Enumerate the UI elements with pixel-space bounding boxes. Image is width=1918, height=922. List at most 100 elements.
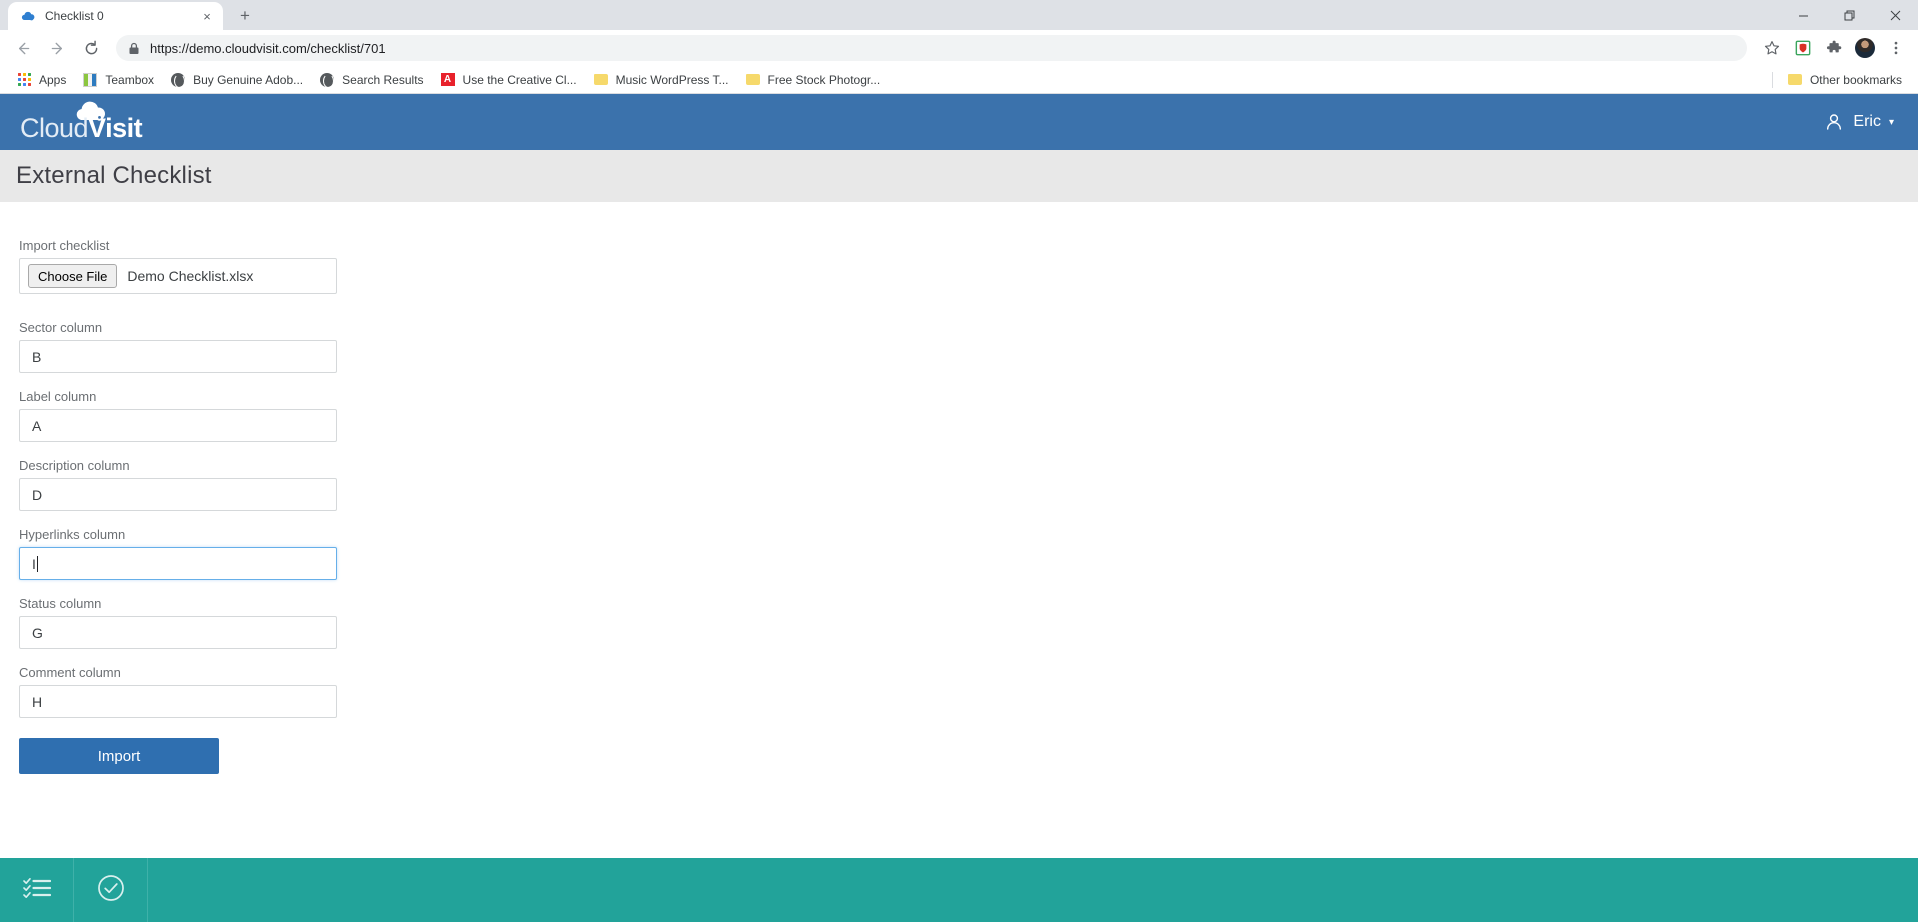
status-column-field: Status column G [19,596,337,649]
url-text: https://demo.cloudvisit.com/checklist/70… [150,40,386,56]
import-button[interactable]: Import [19,738,219,774]
window-controls [1780,0,1918,30]
choose-file-button[interactable]: Choose File [28,264,118,288]
minimize-icon[interactable] [1780,0,1826,30]
label-column-input[interactable]: A [19,409,337,442]
status-column-label: Status column [19,596,102,611]
chosen-file-name: Demo Checklist.xlsx [127,268,254,284]
hyperlinks-column-field: Hyperlinks column I [19,527,337,580]
browser-toolbar: https://demo.cloudvisit.com/checklist/70… [0,30,1918,66]
input-value: H [32,693,43,710]
profile-avatar[interactable] [1851,34,1879,62]
close-window-icon[interactable] [1872,0,1918,30]
tab-strip: Checklist 0 × + [0,0,1918,30]
description-column-label: Description column [19,458,130,473]
input-value: G [32,624,43,641]
input-value: I [32,555,36,572]
bookmark-label: Music WordPress T... [615,72,729,87]
globe-icon [319,72,335,88]
tab-title: Checklist 0 [45,9,104,23]
label-column-field: Label column A [19,389,337,442]
bookmark-label: Apps [39,72,67,87]
bookmark-free-stock-photography[interactable]: Free Stock Photogr... [737,69,889,91]
checklist-tab-button[interactable] [0,858,74,922]
comment-column-label: Comment column [19,665,121,680]
reload-icon[interactable] [76,33,106,63]
bookmark-label: Other bookmarks [1809,72,1902,87]
description-column-field: Description column D [19,458,337,511]
input-value: A [32,417,42,434]
bookmark-star-icon[interactable] [1758,34,1786,62]
toolbar-icons [1755,34,1910,62]
user-name: Eric [1853,113,1881,130]
chevron-down-icon: ▾ [1888,116,1894,128]
import-checklist-label: Import checklist [19,238,110,253]
file-input[interactable]: Choose File Demo Checklist.xlsx [19,258,337,294]
address-bar[interactable]: https://demo.cloudvisit.com/checklist/70… [116,35,1747,61]
sector-column-field: Sector column B [19,320,337,373]
extensions-puzzle-icon[interactable] [1820,34,1848,62]
comment-column-input[interactable]: H [19,685,337,718]
hyperlinks-column-input[interactable]: I [19,547,337,580]
checklist-icon [22,876,51,905]
import-form: Import checklist Choose File Demo Checkl… [0,202,1918,922]
adobe-icon: A [440,72,456,88]
bookmark-label: Search Results [342,72,424,87]
bottom-toolbar [0,858,1918,922]
description-column-input[interactable]: D [19,478,337,511]
lock-icon [128,42,140,55]
label-column-label: Label column [19,389,97,404]
logo-text: CloudVisit [20,113,143,143]
bookmark-other-bookmarks[interactable]: Other bookmarks [1779,69,1910,91]
extension-shield-icon[interactable] [1789,34,1817,62]
other-bookmarks-group: Other bookmarks [1766,69,1910,91]
cloudvisit-logo[interactable]: CloudVisit [20,99,143,145]
import-checklist-field: Import checklist Choose File Demo Checkl… [19,238,337,294]
sector-column-input[interactable]: B [19,340,337,373]
bookmark-label: Free Stock Photogr... [767,72,881,87]
divider [1771,71,1773,88]
close-icon[interactable]: × [199,8,215,24]
bookmark-music-wordpress[interactable]: Music WordPress T... [585,69,737,91]
user-menu[interactable]: Eric ▾ [1824,112,1894,132]
check-circle-icon [97,874,125,907]
bottom-toolbar-spacer [148,858,1918,922]
completed-tab-button[interactable] [74,858,148,922]
back-icon[interactable] [8,33,38,63]
maximize-icon[interactable] [1826,0,1872,30]
globe-icon [170,72,186,88]
folder-icon [1787,72,1803,88]
browser-tab[interactable]: Checklist 0 × [8,2,223,30]
input-value: D [32,486,43,503]
folder-icon [745,72,761,88]
bookmark-label: Buy Genuine Adob... [193,72,304,87]
cloud-icon [20,8,36,24]
browser-window: Checklist 0 × + https://demo.cloudvisit.… [0,0,1918,922]
status-column-input[interactable]: G [19,616,337,649]
forward-icon[interactable] [42,33,72,63]
logo-text-bold: Visit [88,113,143,143]
chrome-menu-icon[interactable] [1882,34,1910,62]
sector-column-label: Sector column [19,320,103,335]
page-title-bar: External Checklist [0,150,1918,202]
bookmark-label: Teambox [105,72,155,87]
bookmark-buy-genuine-adobe[interactable]: Buy Genuine Adob... [162,69,311,91]
bookmark-label: Use the Creative Cl... [462,72,577,87]
comment-column-field: Comment column H [19,665,337,718]
new-tab-button[interactable]: + [231,2,259,30]
apps-grid-icon [16,72,32,88]
bookmark-teambox[interactable]: Teambox [74,69,162,91]
teambox-icon [82,72,98,88]
app-header: CloudVisit Eric ▾ [0,94,1918,150]
hyperlinks-column-label: Hyperlinks column [19,527,126,542]
bookmark-use-creative-cloud[interactable]: A Use the Creative Cl... [432,69,585,91]
text-cursor [36,555,38,572]
person-icon [1824,112,1844,132]
bookmark-apps[interactable]: Apps [8,69,74,91]
bookmarks-bar: Apps Teambox Buy Genuine Adob... Search … [0,66,1918,94]
folder-icon [593,72,609,88]
page-viewport: CloudVisit Eric ▾ External Checklist Imp… [0,94,1918,922]
bookmark-search-results[interactable]: Search Results [311,69,431,91]
logo-text-light: Cloud [20,113,89,143]
page-title: External Checklist [16,162,212,189]
